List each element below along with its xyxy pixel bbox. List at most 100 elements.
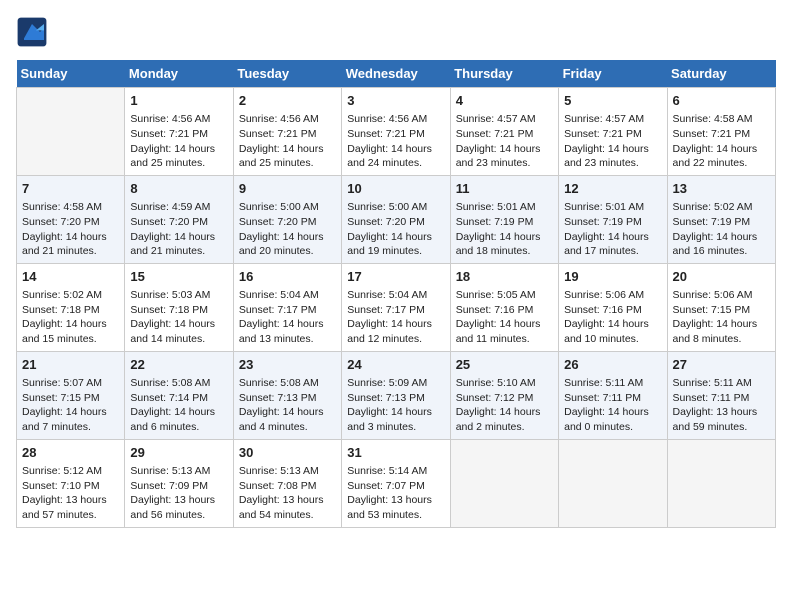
weekday-header-tuesday: Tuesday bbox=[233, 60, 341, 88]
day-number: 11 bbox=[456, 180, 553, 198]
day-info: Sunrise: 4:56 AM Sunset: 7:21 PM Dayligh… bbox=[347, 112, 444, 171]
day-number: 26 bbox=[564, 356, 661, 374]
day-info: Sunrise: 5:12 AM Sunset: 7:10 PM Dayligh… bbox=[22, 464, 119, 523]
calendar-cell bbox=[667, 439, 775, 527]
day-number: 2 bbox=[239, 92, 336, 110]
calendar-cell bbox=[559, 439, 667, 527]
day-info: Sunrise: 5:03 AM Sunset: 7:18 PM Dayligh… bbox=[130, 288, 227, 347]
day-info: Sunrise: 5:09 AM Sunset: 7:13 PM Dayligh… bbox=[347, 376, 444, 435]
weekday-header-friday: Friday bbox=[559, 60, 667, 88]
weekday-row: SundayMondayTuesdayWednesdayThursdayFrid… bbox=[17, 60, 776, 88]
day-info: Sunrise: 5:13 AM Sunset: 7:08 PM Dayligh… bbox=[239, 464, 336, 523]
day-info: Sunrise: 5:11 AM Sunset: 7:11 PM Dayligh… bbox=[673, 376, 770, 435]
calendar-cell: 2 Sunrise: 4:56 AM Sunset: 7:21 PM Daylig… bbox=[233, 88, 341, 176]
day-number: 27 bbox=[673, 356, 770, 374]
week-row: 21 Sunrise: 5:07 AM Sunset: 7:15 PM Dayli… bbox=[17, 351, 776, 439]
day-info: Sunrise: 5:07 AM Sunset: 7:15 PM Dayligh… bbox=[22, 376, 119, 435]
day-info: Sunrise: 4:58 AM Sunset: 7:20 PM Dayligh… bbox=[22, 200, 119, 259]
day-info: Sunrise: 5:01 AM Sunset: 7:19 PM Dayligh… bbox=[564, 200, 661, 259]
day-number: 1 bbox=[130, 92, 227, 110]
day-number: 4 bbox=[456, 92, 553, 110]
logo-icon bbox=[16, 16, 48, 48]
calendar-cell: 14Sunrise: 5:02 AM Sunset: 7:18 PM Dayli… bbox=[17, 263, 125, 351]
day-info: Sunrise: 4:58 AM Sunset: 7:21 PM Dayligh… bbox=[673, 112, 770, 171]
day-info: Sunrise: 5:04 AM Sunset: 7:17 PM Dayligh… bbox=[347, 288, 444, 347]
calendar-cell: 4 Sunrise: 4:57 AM Sunset: 7:21 PM Daylig… bbox=[450, 88, 558, 176]
calendar-table: SundayMondayTuesdayWednesdayThursdayFrid… bbox=[16, 60, 776, 528]
calendar-cell: 7Sunrise: 4:58 AM Sunset: 7:20 PM Daylig… bbox=[17, 175, 125, 263]
calendar-cell: 21 Sunrise: 5:07 AM Sunset: 7:15 PM Dayli… bbox=[17, 351, 125, 439]
day-number: 28 bbox=[22, 444, 119, 462]
day-info: Sunrise: 5:00 AM Sunset: 7:20 PM Dayligh… bbox=[239, 200, 336, 259]
day-info: Sunrise: 5:06 AM Sunset: 7:15 PM Dayligh… bbox=[673, 288, 770, 347]
calendar-cell: 23 Sunrise: 5:08 AM Sunset: 7:13 PM Dayli… bbox=[233, 351, 341, 439]
day-number: 31 bbox=[347, 444, 444, 462]
week-row: 28 Sunrise: 5:12 AM Sunset: 7:10 PM Dayli… bbox=[17, 439, 776, 527]
logo bbox=[16, 16, 52, 48]
day-info: Sunrise: 5:01 AM Sunset: 7:19 PM Dayligh… bbox=[456, 200, 553, 259]
day-info: Sunrise: 5:04 AM Sunset: 7:17 PM Dayligh… bbox=[239, 288, 336, 347]
day-info: Sunrise: 5:08 AM Sunset: 7:14 PM Dayligh… bbox=[130, 376, 227, 435]
calendar-cell: 1 Sunrise: 4:56 AM Sunset: 7:21 PM Daylig… bbox=[125, 88, 233, 176]
day-info: Sunrise: 5:08 AM Sunset: 7:13 PM Dayligh… bbox=[239, 376, 336, 435]
weekday-header-wednesday: Wednesday bbox=[342, 60, 450, 88]
page-header bbox=[16, 16, 776, 48]
day-info: Sunrise: 4:56 AM Sunset: 7:21 PM Dayligh… bbox=[130, 112, 227, 171]
calendar-cell: 26 Sunrise: 5:11 AM Sunset: 7:11 PM Dayli… bbox=[559, 351, 667, 439]
day-number: 16 bbox=[239, 268, 336, 286]
day-info: Sunrise: 5:00 AM Sunset: 7:20 PM Dayligh… bbox=[347, 200, 444, 259]
day-info: Sunrise: 5:02 AM Sunset: 7:18 PM Dayligh… bbox=[22, 288, 119, 347]
day-number: 18 bbox=[456, 268, 553, 286]
day-number: 5 bbox=[564, 92, 661, 110]
calendar-cell: 31Sunrise: 5:14 AM Sunset: 7:07 PM Dayli… bbox=[342, 439, 450, 527]
calendar-cell: 10 Sunrise: 5:00 AM Sunset: 7:20 PM Dayli… bbox=[342, 175, 450, 263]
day-info: Sunrise: 5:05 AM Sunset: 7:16 PM Dayligh… bbox=[456, 288, 553, 347]
calendar-cell: 16 Sunrise: 5:04 AM Sunset: 7:17 PM Dayli… bbox=[233, 263, 341, 351]
day-number: 22 bbox=[130, 356, 227, 374]
day-number: 20 bbox=[673, 268, 770, 286]
day-number: 10 bbox=[347, 180, 444, 198]
day-number: 17 bbox=[347, 268, 444, 286]
weekday-header-saturday: Saturday bbox=[667, 60, 775, 88]
day-number: 15 bbox=[130, 268, 227, 286]
calendar-cell: 24Sunrise: 5:09 AM Sunset: 7:13 PM Dayli… bbox=[342, 351, 450, 439]
day-info: Sunrise: 5:06 AM Sunset: 7:16 PM Dayligh… bbox=[564, 288, 661, 347]
week-row: 7Sunrise: 4:58 AM Sunset: 7:20 PM Daylig… bbox=[17, 175, 776, 263]
calendar-cell: 11 Sunrise: 5:01 AM Sunset: 7:19 PM Dayli… bbox=[450, 175, 558, 263]
calendar-cell: 20 Sunrise: 5:06 AM Sunset: 7:15 PM Dayli… bbox=[667, 263, 775, 351]
calendar-cell: 6 Sunrise: 4:58 AM Sunset: 7:21 PM Daylig… bbox=[667, 88, 775, 176]
weekday-header-sunday: Sunday bbox=[17, 60, 125, 88]
day-number: 19 bbox=[564, 268, 661, 286]
week-row: 1 Sunrise: 4:56 AM Sunset: 7:21 PM Daylig… bbox=[17, 88, 776, 176]
day-info: Sunrise: 5:02 AM Sunset: 7:19 PM Dayligh… bbox=[673, 200, 770, 259]
calendar-cell: 22 Sunrise: 5:08 AM Sunset: 7:14 PM Dayli… bbox=[125, 351, 233, 439]
day-info: Sunrise: 4:56 AM Sunset: 7:21 PM Dayligh… bbox=[239, 112, 336, 171]
calendar-cell: 13 Sunrise: 5:02 AM Sunset: 7:19 PM Dayli… bbox=[667, 175, 775, 263]
calendar-cell bbox=[450, 439, 558, 527]
day-info: Sunrise: 4:57 AM Sunset: 7:21 PM Dayligh… bbox=[456, 112, 553, 171]
day-info: Sunrise: 4:57 AM Sunset: 7:21 PM Dayligh… bbox=[564, 112, 661, 171]
calendar-cell: 15 Sunrise: 5:03 AM Sunset: 7:18 PM Dayli… bbox=[125, 263, 233, 351]
day-number: 12 bbox=[564, 180, 661, 198]
day-info: Sunrise: 5:10 AM Sunset: 7:12 PM Dayligh… bbox=[456, 376, 553, 435]
calendar-cell: 17 Sunrise: 5:04 AM Sunset: 7:17 PM Dayli… bbox=[342, 263, 450, 351]
day-number: 6 bbox=[673, 92, 770, 110]
calendar-cell: 29Sunrise: 5:13 AM Sunset: 7:09 PM Dayli… bbox=[125, 439, 233, 527]
day-number: 23 bbox=[239, 356, 336, 374]
calendar-cell: 18 Sunrise: 5:05 AM Sunset: 7:16 PM Dayli… bbox=[450, 263, 558, 351]
calendar-header: SundayMondayTuesdayWednesdayThursdayFrid… bbox=[17, 60, 776, 88]
calendar-cell bbox=[17, 88, 125, 176]
day-number: 21 bbox=[22, 356, 119, 374]
day-info: Sunrise: 4:59 AM Sunset: 7:20 PM Dayligh… bbox=[130, 200, 227, 259]
week-row: 14Sunrise: 5:02 AM Sunset: 7:18 PM Dayli… bbox=[17, 263, 776, 351]
calendar-cell: 25Sunrise: 5:10 AM Sunset: 7:12 PM Dayli… bbox=[450, 351, 558, 439]
weekday-header-thursday: Thursday bbox=[450, 60, 558, 88]
day-info: Sunrise: 5:13 AM Sunset: 7:09 PM Dayligh… bbox=[130, 464, 227, 523]
day-info: Sunrise: 5:11 AM Sunset: 7:11 PM Dayligh… bbox=[564, 376, 661, 435]
day-number: 3 bbox=[347, 92, 444, 110]
calendar-cell: 5 Sunrise: 4:57 AM Sunset: 7:21 PM Daylig… bbox=[559, 88, 667, 176]
calendar-body: 1 Sunrise: 4:56 AM Sunset: 7:21 PM Daylig… bbox=[17, 88, 776, 528]
day-number: 13 bbox=[673, 180, 770, 198]
weekday-header-monday: Monday bbox=[125, 60, 233, 88]
calendar-cell: 19 Sunrise: 5:06 AM Sunset: 7:16 PM Dayli… bbox=[559, 263, 667, 351]
